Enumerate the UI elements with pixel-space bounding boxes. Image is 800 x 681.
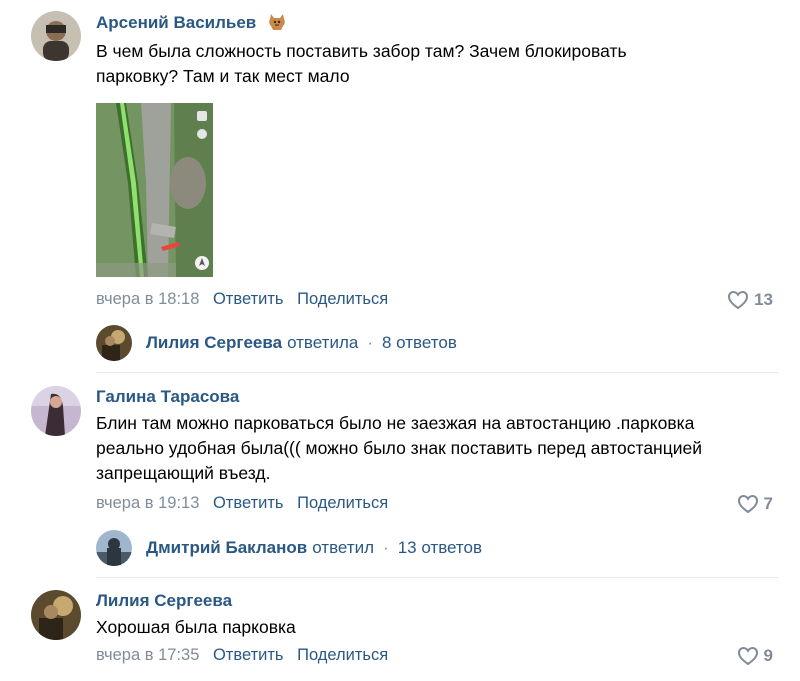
comment-text: Хорошая была парковка — [96, 615, 786, 640]
heart-icon — [737, 494, 758, 514]
like-button[interactable]: 7 — [737, 494, 773, 514]
comment-text-line: парковку? Там и так мест мало — [96, 66, 350, 86]
comment-text-line: запрещающий въезд. — [96, 463, 271, 483]
avatar-photo — [96, 325, 132, 361]
reply-button[interactable]: Ответить — [213, 290, 284, 308]
avatar-photo — [31, 386, 81, 436]
divider — [96, 577, 778, 578]
comment-text: В чем была сложность поставить забор там… — [96, 39, 786, 89]
avatar-photo — [96, 530, 132, 566]
comment-author[interactable]: Галина Тарасова — [96, 387, 239, 407]
avatar[interactable] — [31, 386, 81, 436]
map-icon[interactable] — [96, 103, 213, 277]
divider — [96, 372, 778, 373]
comment-text-line: реально удобная была((( можно было знак … — [96, 438, 703, 458]
comment-text-line: В чем была сложность поставить забор там… — [96, 41, 627, 61]
reply-verb: ответила — [287, 333, 359, 352]
reply-button[interactable]: Ответить — [213, 646, 284, 664]
comment-timestamp[interactable]: вчера в 17:35 — [96, 646, 199, 664]
comment-meta: вчера в 18:18 Ответить Поделиться — [96, 290, 388, 309]
reply-author[interactable]: Дмитрий Бакланов — [146, 538, 307, 558]
separator: · — [367, 333, 373, 352]
replies-count[interactable]: 13 ответов — [398, 538, 482, 558]
replies-thread[interactable]: Дмитрий Бакланов ответил · 13 ответов — [96, 530, 482, 566]
share-button[interactable]: Поделиться — [297, 494, 388, 512]
reply-verb: ответил — [312, 538, 375, 557]
comment-text-line: Блин там можно парковаться было не заезж… — [96, 413, 695, 433]
replies-thread[interactable]: Лилия Сергеева ответила · 8 ответов — [96, 325, 457, 361]
like-count: 13 — [754, 290, 773, 309]
share-button[interactable]: Поделиться — [297, 646, 388, 664]
comment-timestamp[interactable]: вчера в 19:13 — [96, 494, 199, 512]
comment-meta: вчера в 17:35 Ответить Поделиться — [96, 646, 388, 665]
comment-text-line: Хорошая была парковка — [96, 617, 296, 637]
author-name[interactable]: Арсений Васильев — [96, 13, 256, 32]
avatar[interactable] — [96, 530, 132, 566]
share-button[interactable]: Поделиться — [297, 290, 388, 308]
reply-button[interactable]: Ответить — [213, 494, 284, 512]
comment-timestamp[interactable]: вчера в 18:18 — [96, 290, 199, 308]
replies-count[interactable]: 8 ответов — [382, 333, 457, 353]
avatar-photo — [31, 590, 81, 640]
separator: · — [383, 538, 389, 557]
heart-icon — [737, 646, 758, 666]
like-button[interactable]: 13 — [727, 290, 773, 310]
comment-meta: вчера в 19:13 Ответить Поделиться — [96, 494, 388, 513]
like-button[interactable]: 9 — [737, 646, 773, 666]
comment-text: Блин там можно парковаться было не заезж… — [96, 411, 786, 486]
heart-icon — [728, 290, 749, 310]
cat-icon — [267, 13, 287, 36]
comment-author[interactable]: Лилия Сергеева — [96, 591, 232, 611]
author-name[interactable]: Лилия Сергеева — [96, 591, 232, 610]
reply-author[interactable]: Лилия Сергеева — [146, 333, 282, 353]
like-count: 7 — [763, 494, 773, 513]
author-name[interactable]: Галина Тарасова — [96, 387, 239, 406]
avatar[interactable] — [31, 11, 81, 61]
avatar[interactable] — [31, 590, 81, 640]
comment-author[interactable]: Арсений Васильев — [96, 13, 287, 36]
avatar-photo — [31, 11, 81, 61]
like-count: 9 — [763, 646, 773, 665]
avatar[interactable] — [96, 325, 132, 361]
